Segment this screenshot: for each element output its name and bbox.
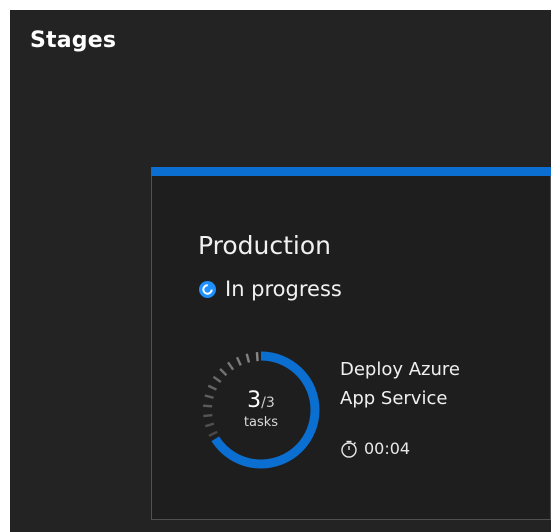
stage-duration: 00:04	[340, 439, 410, 458]
stage-status-text: In progress	[225, 277, 342, 301]
stage-card-accent-bar	[151, 167, 551, 176]
stage-card-production[interactable]: Production In progress 3/3 tasks Deploy …	[151, 167, 551, 520]
stages-panel: Stages Production In progress 3/3 tasks …	[10, 10, 551, 532]
current-task-line-2: App Service	[340, 388, 448, 409]
tasks-label: tasks	[243, 415, 279, 430]
tasks-count: 3/3	[247, 390, 275, 412]
in-progress-icon	[199, 280, 216, 298]
tasks-completed: 3	[247, 388, 262, 413]
duration-text: 00:04	[364, 439, 411, 458]
current-task-line-1: Deploy Azure	[340, 359, 460, 380]
current-task-name: Deploy Azure App Service	[340, 355, 530, 413]
stage-name: Production	[198, 231, 332, 260]
tasks-progress-label: 3/3 tasks	[196, 345, 326, 475]
stage-status: In progress	[199, 277, 342, 301]
stages-title: Stages	[30, 28, 117, 53]
timer-icon	[341, 440, 357, 458]
tasks-total: 3	[265, 395, 275, 411]
